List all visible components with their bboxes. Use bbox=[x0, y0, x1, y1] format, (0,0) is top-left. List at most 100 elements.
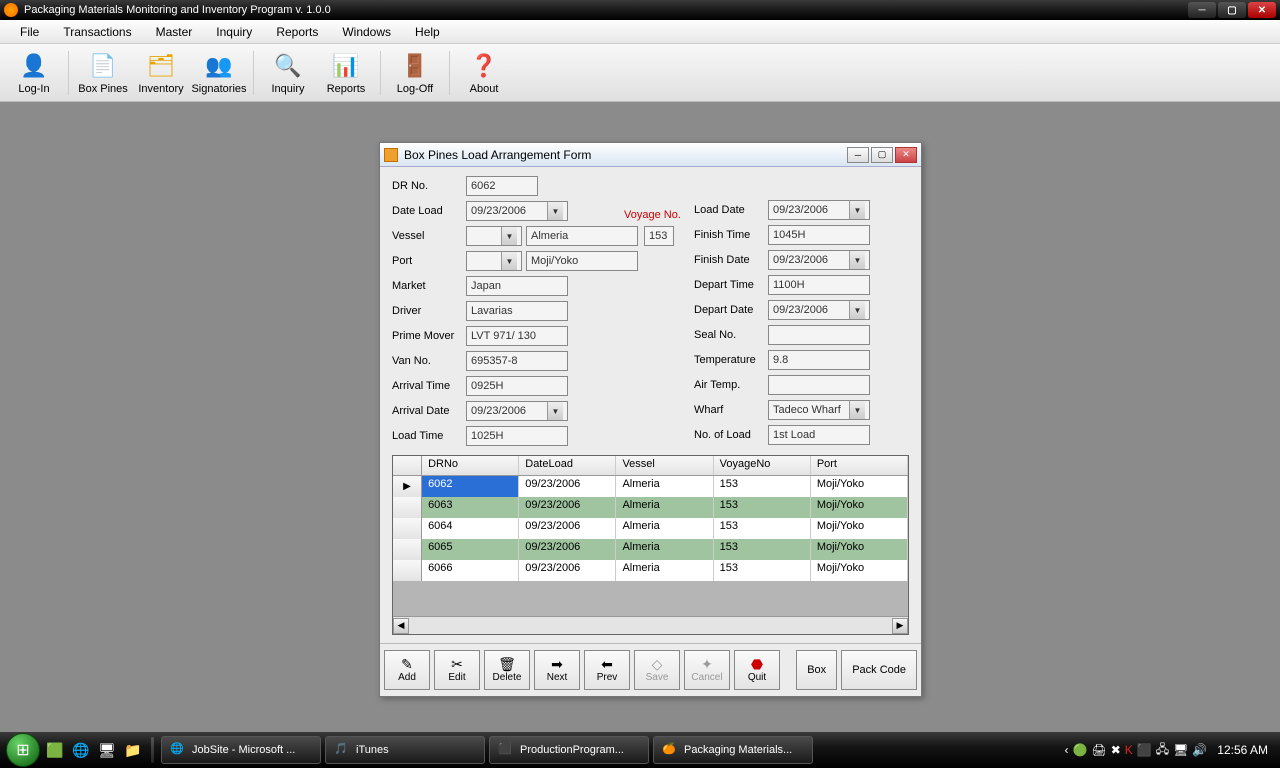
van-no-input[interactable] bbox=[466, 351, 568, 371]
clock[interactable]: 12:56 AM bbox=[1211, 743, 1274, 757]
taskbar-task[interactable]: ⬛ProductionProgram... bbox=[489, 736, 649, 764]
scroll-right-icon[interactable]: ▶ bbox=[892, 618, 908, 634]
toolbar-boxpines-button[interactable]: 📄Box Pines bbox=[75, 47, 131, 99]
minimize-button[interactable]: ─ bbox=[1188, 2, 1216, 18]
network-icon[interactable]: 🖧 bbox=[1156, 740, 1169, 761]
people-icon: 👥 bbox=[204, 51, 234, 81]
tray-icon[interactable]: 🖥 bbox=[1173, 743, 1188, 757]
col-dateload[interactable]: DateLoad bbox=[519, 456, 616, 475]
wharf-combo[interactable]: Tadeco Wharf▼ bbox=[768, 400, 870, 420]
tray-icon[interactable]: 🟢 bbox=[1073, 743, 1088, 757]
col-drno[interactable]: DRNo bbox=[422, 456, 519, 475]
menu-help[interactable]: Help bbox=[403, 22, 452, 42]
finish-time-input[interactable] bbox=[768, 225, 870, 245]
app-title: Packaging Materials Monitoring and Inven… bbox=[24, 4, 331, 16]
quicklaunch-item[interactable]: 📁 bbox=[122, 738, 144, 762]
grid-body: ▶606209/23/2006Almeria153Moji/Yoko606309… bbox=[393, 476, 908, 616]
toolbar-about-button[interactable]: ❓About bbox=[456, 47, 512, 99]
app-titlebar: Packaging Materials Monitoring and Inven… bbox=[0, 0, 1280, 20]
table-row[interactable]: 606409/23/2006Almeria153Moji/Yoko bbox=[393, 518, 908, 539]
table-row[interactable]: 606609/23/2006Almeria153Moji/Yoko bbox=[393, 560, 908, 581]
maximize-button[interactable]: ▢ bbox=[1218, 2, 1246, 18]
grid-horizontal-scrollbar[interactable]: ◀ ▶ bbox=[393, 616, 908, 634]
start-button[interactable]: ⊞ bbox=[6, 733, 40, 767]
menu-windows[interactable]: Windows bbox=[330, 22, 403, 42]
close-button[interactable]: ✕ bbox=[1248, 2, 1276, 18]
dropdown-arrow-icon: ▼ bbox=[849, 201, 865, 219]
menu-master[interactable]: Master bbox=[144, 22, 205, 42]
toolbar-inventory-button[interactable]: 🗂Inventory bbox=[133, 47, 189, 99]
prev-button[interactable]: ⬅Prev bbox=[584, 650, 630, 690]
save-button[interactable]: ◇Save bbox=[634, 650, 680, 690]
edit-button[interactable]: ✂Edit bbox=[434, 650, 480, 690]
form-maximize-button[interactable]: ▢ bbox=[871, 147, 893, 163]
seal-no-input[interactable] bbox=[768, 325, 870, 345]
temperature-input[interactable] bbox=[768, 350, 870, 370]
depart-date-picker[interactable]: 09/23/2006▼ bbox=[768, 300, 870, 320]
menu-bar: File Transactions Master Inquiry Reports… bbox=[0, 20, 1280, 44]
table-row[interactable]: 606309/23/2006Almeria153Moji/Yoko bbox=[393, 497, 908, 518]
quit-button[interactable]: ⬣Quit bbox=[734, 650, 780, 690]
box-button[interactable]: Box bbox=[796, 650, 837, 690]
menu-reports[interactable]: Reports bbox=[264, 22, 330, 42]
quicklaunch-item[interactable]: 🌐 bbox=[70, 738, 92, 762]
arrival-time-input[interactable] bbox=[466, 376, 568, 396]
dr-no-input[interactable] bbox=[466, 176, 538, 196]
voyage-no-input[interactable] bbox=[644, 226, 674, 246]
toolbar-signatories-button[interactable]: 👥Signatories bbox=[191, 47, 247, 99]
col-port[interactable]: Port bbox=[811, 456, 908, 475]
prime-mover-input[interactable] bbox=[466, 326, 568, 346]
quicklaunch-item[interactable]: 🟩 bbox=[44, 738, 66, 762]
quicklaunch-item[interactable]: 🖥 bbox=[96, 738, 118, 762]
menu-inquiry[interactable]: Inquiry bbox=[204, 22, 264, 42]
taskbar-task[interactable]: 🌐JobSite - Microsoft ... bbox=[161, 736, 321, 764]
date-load-picker[interactable]: 09/23/2006▼ bbox=[466, 201, 568, 221]
col-vessel[interactable]: Vessel bbox=[616, 456, 713, 475]
table-row[interactable]: 606509/23/2006Almeria153Moji/Yoko bbox=[393, 539, 908, 560]
form-title: Box Pines Load Arrangement Form bbox=[404, 148, 591, 162]
next-icon: ➡ bbox=[551, 657, 563, 671]
pack-code-button[interactable]: Pack Code bbox=[841, 650, 917, 690]
vessel-code-combo[interactable]: ▼ bbox=[466, 226, 522, 246]
delete-button[interactable]: 🗑Delete bbox=[484, 650, 530, 690]
tray-icon[interactable]: 🖨 bbox=[1091, 743, 1106, 757]
volume-icon[interactable]: 🔊 bbox=[1192, 743, 1207, 757]
add-button[interactable]: ✎Add bbox=[384, 650, 430, 690]
tray-icon[interactable]: ⬛ bbox=[1137, 743, 1152, 757]
form-titlebar[interactable]: Box Pines Load Arrangement Form ─ ▢ ✕ bbox=[380, 143, 921, 167]
edit-icon: ✂ bbox=[451, 657, 463, 671]
port-code-combo[interactable]: ▼ bbox=[466, 251, 522, 271]
depart-time-input[interactable] bbox=[768, 275, 870, 295]
form-close-button[interactable]: ✕ bbox=[895, 147, 917, 163]
toolbar-logoff-button[interactable]: 🚪Log-Off bbox=[387, 47, 443, 99]
tray-icon[interactable]: K bbox=[1125, 743, 1133, 757]
load-time-input[interactable] bbox=[466, 426, 568, 446]
menu-file[interactable]: File bbox=[8, 22, 51, 42]
label-vessel: Vessel bbox=[392, 230, 466, 242]
table-row[interactable]: ▶606209/23/2006Almeria153Moji/Yoko bbox=[393, 476, 908, 497]
taskbar-task[interactable]: 🍊Packaging Materials... bbox=[653, 736, 813, 764]
toolbar-inquiry-button[interactable]: 🔍Inquiry bbox=[260, 47, 316, 99]
menu-transactions[interactable]: Transactions bbox=[51, 22, 143, 42]
no-of-load-input[interactable] bbox=[768, 425, 870, 445]
next-button[interactable]: ➡Next bbox=[534, 650, 580, 690]
toolbar-login-button[interactable]: 👤Log-In bbox=[6, 47, 62, 99]
scroll-left-icon[interactable]: ◀ bbox=[393, 618, 409, 634]
tray-icon[interactable]: ✖ bbox=[1111, 743, 1121, 757]
col-voyageno[interactable]: VoyageNo bbox=[714, 456, 811, 475]
finish-date-picker[interactable]: 09/23/2006▼ bbox=[768, 250, 870, 270]
taskbar-task[interactable]: 🎵iTunes bbox=[325, 736, 485, 764]
air-temp-input[interactable] bbox=[768, 375, 870, 395]
driver-input[interactable] bbox=[466, 301, 568, 321]
market-input[interactable] bbox=[466, 276, 568, 296]
load-grid[interactable]: DRNo DateLoad Vessel VoyageNo Port ▶6062… bbox=[392, 455, 909, 635]
form-minimize-button[interactable]: ─ bbox=[847, 147, 869, 163]
toolbar-reports-button[interactable]: 📊Reports bbox=[318, 47, 374, 99]
load-date-picker[interactable]: 09/23/2006▼ bbox=[768, 200, 870, 220]
port-name-input[interactable] bbox=[526, 251, 638, 271]
cancel-button[interactable]: ✦Cancel bbox=[684, 650, 730, 690]
vessel-name-input[interactable] bbox=[526, 226, 638, 246]
tray-expand-icon[interactable]: ‹ bbox=[1065, 743, 1069, 757]
document-icon: 📄 bbox=[88, 51, 118, 81]
arrival-date-picker[interactable]: 09/23/2006▼ bbox=[466, 401, 568, 421]
